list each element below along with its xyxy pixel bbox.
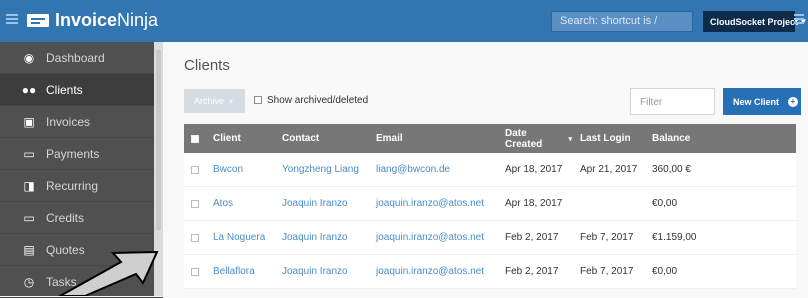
row-actions	[706, 187, 796, 220]
row-actions	[706, 255, 796, 288]
right-menu-icon[interactable]	[794, 14, 804, 24]
sidebar-item-payments[interactable]: ▭ Payments	[0, 138, 163, 170]
row-checkbox[interactable]	[191, 165, 199, 174]
search-input[interactable]: Search: shortcut is /	[551, 11, 693, 32]
invoice-ninja-logo[interactable]: Invoice Ninja	[27, 8, 158, 32]
client-name-link[interactable]: La Noguera	[205, 221, 274, 254]
project-dropdown-button[interactable]: CloudSocket Project ▾	[703, 11, 806, 32]
users-icon: ●●	[21, 82, 37, 97]
table-row[interactable]: Bwcon Yongzheng Liang liang@bwcon.de Apr…	[184, 153, 796, 187]
client-name-link[interactable]: Bellaflora	[205, 255, 274, 288]
sidebar-item-credits[interactable]: ▭ Credits	[0, 202, 163, 234]
document-icon: ▣	[23, 114, 35, 129]
table-row[interactable]: Bellaflora Joaquin Iranzo joaquin.iranzo…	[184, 255, 796, 289]
page-title: Clients	[184, 57, 230, 74]
email-link[interactable]: liang@bwcon.de	[368, 153, 497, 186]
table-header: Client Contact Email Date Created ▾ Last …	[184, 124, 796, 153]
filter-input[interactable]: Filter	[630, 88, 715, 115]
sidebar-item-label: Credits	[46, 210, 85, 225]
dashboard-icon: ◉	[23, 50, 35, 65]
column-header-contact[interactable]: Contact	[274, 124, 368, 153]
clock-icon: ◷	[23, 274, 35, 289]
sidebar-item-label: Dashboard	[46, 50, 105, 65]
card-icon: ▭	[23, 146, 35, 161]
table-row[interactable]: La Noguera Joaquin Iranzo joaquin.iranzo…	[184, 221, 796, 255]
sidebar-item-label: Invoices	[46, 114, 91, 129]
recurring-icon: ◨	[23, 178, 35, 193]
table-row[interactable]: Atos Joaquin Iranzo joaquin.iranzo@atos.…	[184, 187, 796, 221]
column-header-actions	[706, 124, 796, 153]
project-label: CloudSocket Project	[710, 16, 799, 27]
sidebar-item-clients[interactable]: ●● Clients	[0, 74, 163, 106]
brand-name-bold: Invoice	[55, 9, 118, 30]
hamburger-menu-icon[interactable]	[6, 14, 18, 24]
row-checkbox[interactable]	[191, 199, 199, 208]
sidebar-item-dashboard[interactable]: ◉ Dashboard	[0, 42, 163, 74]
column-header-last-login[interactable]: Last Login	[572, 124, 644, 153]
contact-name-link[interactable]: Joaquin Iranzo	[274, 187, 368, 220]
balance: 360,00 €	[652, 164, 691, 175]
contact-name-link[interactable]: Yongzheng Liang	[274, 153, 368, 186]
column-header-client[interactable]: Client	[205, 124, 274, 153]
sidebar-item-label: Recurring	[46, 178, 99, 193]
balance: €0,00	[652, 198, 678, 209]
chevron-down-icon[interactable]: ▾	[229, 97, 244, 106]
contact-name-link[interactable]: Joaquin Iranzo	[274, 221, 368, 254]
column-header-email[interactable]: Email	[368, 124, 497, 153]
date-created: Apr 18, 2017	[505, 164, 563, 175]
sidebar-scroll-thumb[interactable]	[156, 50, 161, 230]
sidebar-item-invoices[interactable]: ▣ Invoices	[0, 106, 163, 138]
show-archived-checkbox[interactable]	[254, 96, 262, 104]
sidebar-item-label: Payments	[46, 146, 100, 161]
last-login: Feb 7, 2017	[580, 266, 634, 277]
balance: €1.159,00	[652, 232, 697, 243]
balance: €0,00	[652, 266, 678, 277]
card-icon: ▭	[23, 210, 35, 225]
row-actions	[706, 153, 796, 186]
new-client-button[interactable]: New Client +	[723, 88, 801, 115]
last-login	[572, 187, 644, 220]
contact-name-link[interactable]: Joaquin Iranzo	[274, 255, 368, 288]
email-link[interactable]: joaquin.iranzo@atos.net	[368, 187, 497, 220]
row-checkbox[interactable]	[191, 233, 199, 242]
sidebar-item-recurring[interactable]: ◨ Recurring	[0, 170, 163, 202]
brand-name-light: Ninja	[117, 9, 159, 30]
quote-icon: ▤	[23, 242, 35, 257]
annotation-arrow-icon	[58, 250, 159, 296]
date-created: Apr 18, 2017	[505, 198, 563, 209]
column-header-date-created[interactable]: Date Created ▾	[497, 124, 572, 153]
row-checkbox[interactable]	[191, 267, 199, 276]
select-all-checkbox[interactable]	[191, 134, 199, 143]
top-navbar: Invoice Ninja Search: shortcut is / Cloud…	[0, 0, 808, 42]
brand-mark-icon	[27, 13, 49, 27]
column-header-balance[interactable]: Balance	[644, 124, 706, 153]
email-link[interactable]: joaquin.iranzo@atos.net	[368, 221, 497, 254]
client-name-link[interactable]: Atos	[205, 187, 274, 220]
archive-label: Archive	[194, 96, 225, 106]
clients-table: Client Contact Email Date Created ▾ Last …	[184, 124, 796, 289]
last-login: Apr 21, 2017	[580, 164, 638, 175]
new-client-label: New Client	[733, 96, 780, 107]
date-created: Feb 2, 2017	[505, 266, 559, 277]
date-created: Feb 2, 2017	[505, 232, 559, 243]
row-actions	[706, 221, 796, 254]
last-login: Feb 7, 2017	[580, 232, 634, 243]
sidebar-item-label: Clients	[46, 82, 83, 97]
plus-circle-icon: +	[788, 96, 799, 107]
client-name-link[interactable]: Bwcon	[205, 153, 274, 186]
email-link[interactable]: joaquin.iranzo@atos.net	[368, 255, 497, 288]
main-content: Clients Archive ▾ Show archived/deleted …	[163, 42, 808, 296]
show-archived-label: Show archived/deleted	[267, 95, 369, 106]
